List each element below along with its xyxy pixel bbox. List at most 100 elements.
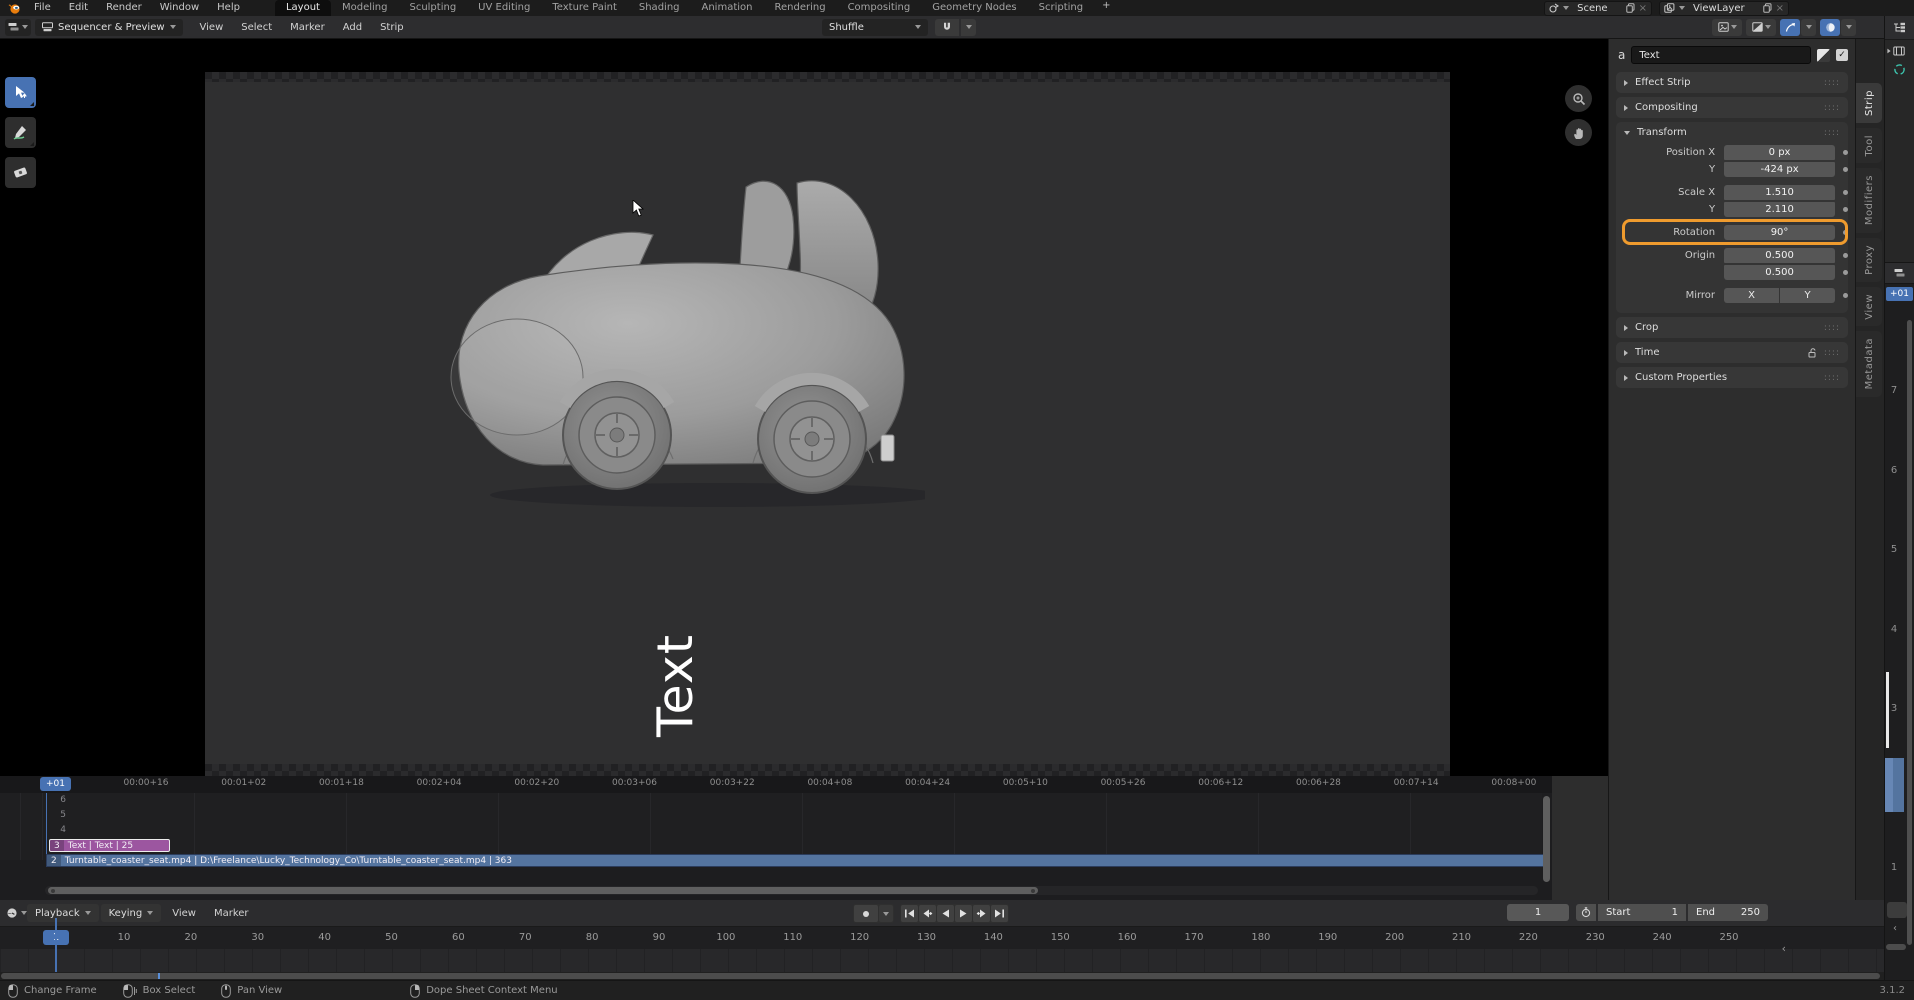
add-workspace-button[interactable]: +: [1094, 0, 1118, 16]
blender-logo-icon[interactable]: [8, 2, 21, 14]
sequencer-hscrollbar[interactable]: [45, 886, 1538, 895]
timeline-playhead-line[interactable]: [55, 918, 57, 972]
scrollbar-handle-right[interactable]: [1031, 888, 1035, 893]
keyframe-dot[interactable]: [1843, 206, 1848, 212]
mini-header-button[interactable]: [1887, 902, 1907, 918]
preview-area[interactable]: Text: [0, 39, 1608, 776]
unlink-icon[interactable]: ×: [1639, 3, 1647, 14]
next-keyframe-button[interactable]: [973, 905, 990, 922]
region-pull-tab[interactable]: ‹: [1893, 923, 1897, 934]
strip-enabled-checkbox[interactable]: ✓: [1836, 49, 1848, 61]
jump-to-start-button[interactable]: [901, 905, 918, 922]
workspace-tab[interactable]: Animation: [691, 0, 764, 16]
keyframe-dot[interactable]: [1843, 269, 1848, 275]
viewlayer-selector[interactable]: ViewLayer ×: [1658, 0, 1789, 16]
mirror-x-button[interactable]: X: [1724, 287, 1780, 303]
outliner-body[interactable]: [1885, 40, 1914, 262]
mini-vscrollbar[interactable]: [1907, 320, 1912, 945]
tab-modifiers[interactable]: Modifiers: [1856, 168, 1882, 233]
previous-keyframe-button[interactable]: [919, 905, 936, 922]
tab-tool[interactable]: Tool: [1856, 128, 1882, 164]
scrollbar-thumb[interactable]: [1, 973, 1880, 979]
position-y-field[interactable]: -424 px: [1724, 161, 1836, 177]
panel-time[interactable]: Time ::::: [1616, 342, 1848, 363]
tab-metadata[interactable]: Metadata: [1856, 331, 1882, 397]
copy-icon[interactable]: [1762, 3, 1772, 13]
scene-selector[interactable]: Scene ×: [1544, 0, 1652, 16]
workspace-tab[interactable]: Texture Paint: [541, 0, 628, 16]
scale-y-field[interactable]: 2.110: [1724, 201, 1836, 217]
topbar-menu-item[interactable]: File: [25, 0, 60, 16]
keyframe-dot[interactable]: [1843, 229, 1848, 235]
sequencer-menu-item[interactable]: Select: [232, 22, 281, 33]
jump-to-end-button[interactable]: [991, 905, 1008, 922]
overlap-mode-select[interactable]: Shuffle: [822, 18, 928, 36]
tab-view[interactable]: View: [1856, 286, 1882, 327]
region-pull-tab[interactable]: ‹: [1782, 942, 1786, 955]
play-reverse-button[interactable]: [937, 905, 954, 922]
sequencer-channels[interactable]: 6 5 4 3 Text | Text | 25 2 Turntable_coast…: [0, 793, 1544, 867]
text-strip-overlay[interactable]: Text: [647, 595, 704, 775]
scrollbar-handle-left[interactable]: [51, 888, 55, 893]
blade-tool-button[interactable]: [5, 157, 36, 188]
panel-effect-strip[interactable]: Effect Strip ::::: [1616, 72, 1848, 93]
overlays-options-button[interactable]: [1841, 18, 1856, 36]
panel-transform-header[interactable]: Transform ::::: [1616, 122, 1848, 143]
sequencer-menu-item[interactable]: Add: [334, 22, 371, 33]
snapping-options-button[interactable]: [961, 18, 976, 36]
scale-x-field[interactable]: 1.510: [1724, 184, 1836, 200]
outliner-row[interactable]: [1885, 40, 1914, 58]
sequencer-ruler[interactable]: 00:00+16 00:01+02 00:01+18 00:02+04 00:02+20…: [0, 776, 1552, 793]
topbar-menu-item[interactable]: Window: [151, 0, 208, 16]
frame-ruler[interactable]: 10 20 30 40 50 60 70 80 90 100 110 120 130 140 150 160 1…: [0, 927, 1884, 949]
workspace-tab[interactable]: Shading: [628, 0, 691, 16]
timeline-marker-menu[interactable]: Marker: [205, 908, 258, 919]
tweak-tool-button[interactable]: [5, 77, 36, 108]
timeline-editor-type-button[interactable]: [6, 905, 27, 922]
use-preview-range-button[interactable]: [1576, 904, 1596, 921]
snapping-toggle[interactable]: [935, 18, 959, 36]
start-frame-field[interactable]: Start 1: [1598, 904, 1686, 921]
display-channels-button[interactable]: [1746, 18, 1776, 36]
keying-menu[interactable]: Keying: [100, 904, 162, 922]
scrollbar-thumb[interactable]: [48, 887, 1038, 894]
keyframe-dot[interactable]: [1843, 252, 1848, 258]
outliner-row[interactable]: [1885, 58, 1914, 81]
sequencer-menu-item[interactable]: Strip: [371, 22, 413, 33]
mini-sequencer-header[interactable]: [1885, 262, 1914, 284]
view-type-select[interactable]: Sequencer & Preview: [35, 18, 183, 36]
preview-display-button[interactable]: [1712, 18, 1742, 36]
tab-strip[interactable]: Strip: [1856, 83, 1882, 124]
sequencer-timeline[interactable]: 00:00+16 00:01+02 00:01+18 00:02+04 00:02+20…: [0, 776, 1552, 900]
end-frame-field[interactable]: End 250: [1688, 904, 1768, 921]
mini-hscrollbar[interactable]: [1886, 944, 1906, 950]
workspace-tab[interactable]: Modeling: [331, 0, 399, 16]
right-collapsed-editors[interactable]: +01 7654321 ‹: [1884, 16, 1914, 980]
sequencer-playhead-tag[interactable]: +01: [40, 777, 71, 791]
panel-crop[interactable]: Crop ::::: [1616, 317, 1848, 338]
topbar-menu-item[interactable]: Help: [208, 0, 249, 16]
keyframe-dot[interactable]: [1843, 166, 1848, 172]
current-frame-field[interactable]: 1: [1507, 904, 1569, 921]
position-x-field[interactable]: 0 px: [1724, 144, 1836, 160]
workspace-tab[interactable]: Rendering: [763, 0, 836, 16]
gizmo-options-button[interactable]: [1801, 18, 1816, 36]
editor-type-button[interactable]: [5, 18, 31, 36]
timeline-editor[interactable]: Playback Keying View Marker 1 Start 1 En…: [0, 900, 1884, 980]
sequencer-playhead-line[interactable]: [46, 793, 47, 860]
workspace-tab[interactable]: Scripting: [1028, 0, 1094, 16]
gizmo-toggle[interactable]: [1780, 18, 1800, 36]
panel-compositing[interactable]: Compositing ::::: [1616, 97, 1848, 118]
workspace-tab[interactable]: Layout: [274, 0, 331, 16]
topbar-menu-item[interactable]: Edit: [60, 0, 97, 16]
keyframe-dot[interactable]: [1843, 292, 1848, 298]
sequencer-menu-item[interactable]: Marker: [281, 22, 334, 33]
zoom-gizmo[interactable]: [1565, 85, 1592, 112]
keyframe-dot[interactable]: [1843, 189, 1848, 195]
keyframe-dot[interactable]: [1843, 149, 1848, 155]
origin-y-field[interactable]: 0.500: [1724, 264, 1836, 280]
workspace-tab[interactable]: Compositing: [837, 0, 922, 16]
record-button[interactable]: [854, 905, 878, 922]
color-tag-icon[interactable]: [1817, 48, 1830, 62]
playback-menu[interactable]: Playback: [27, 904, 99, 922]
